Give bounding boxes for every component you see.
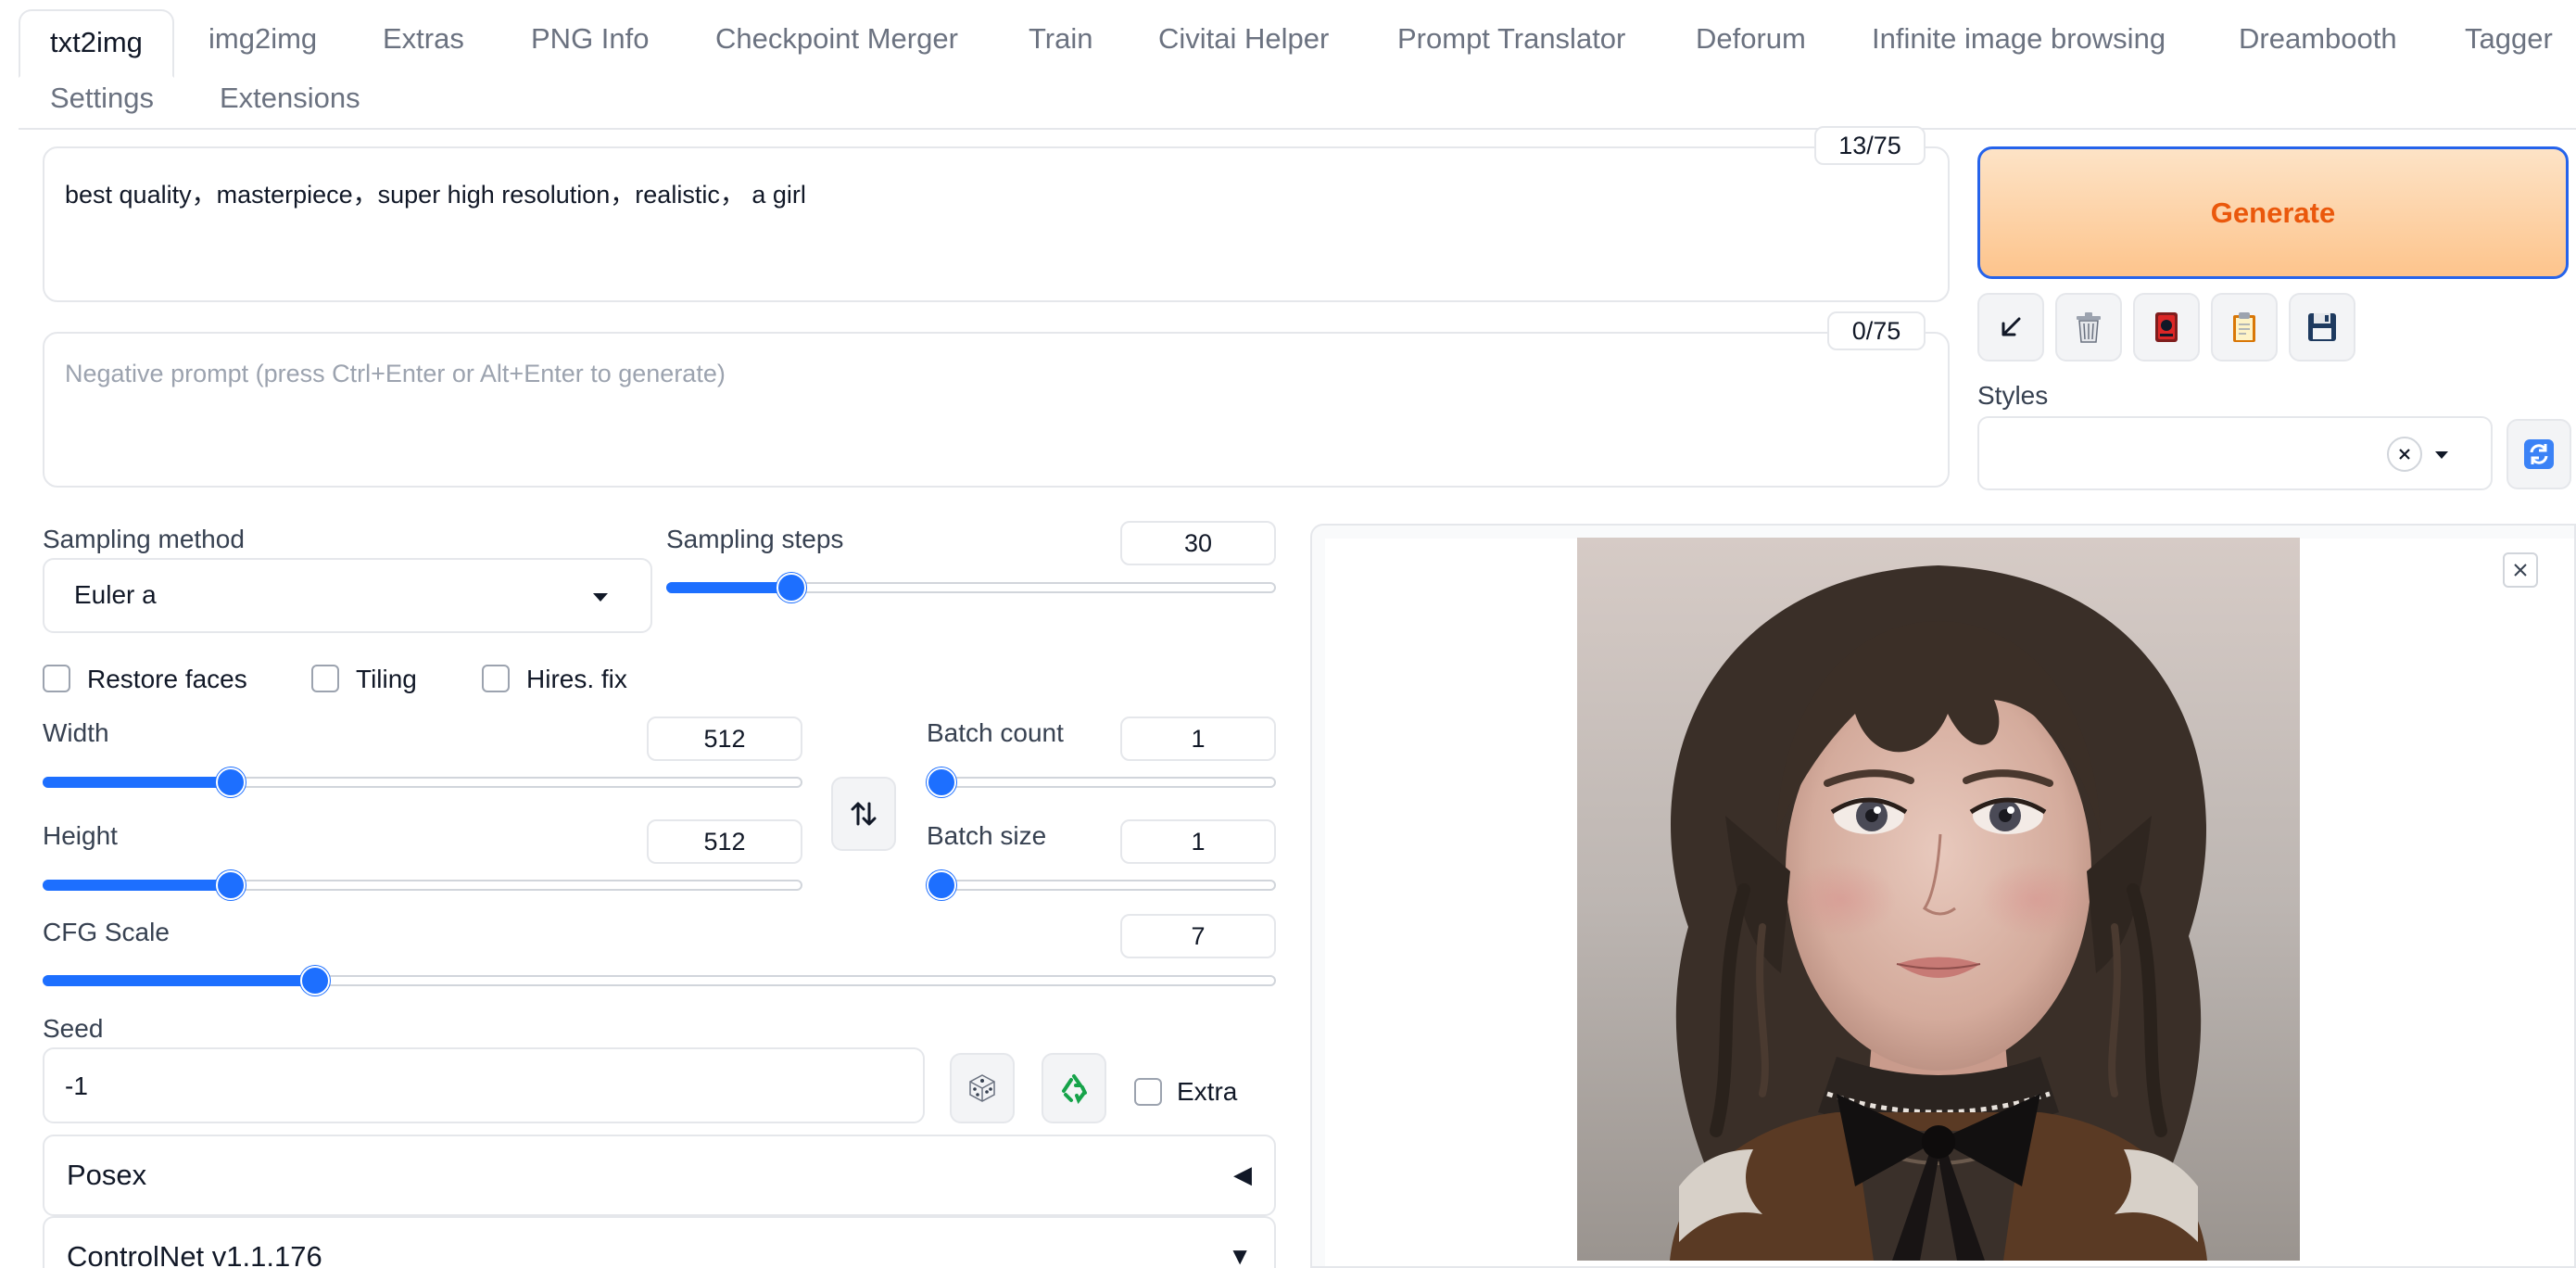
- swap-dimensions-button[interactable]: [831, 777, 896, 851]
- read-params-button[interactable]: [1977, 293, 2044, 361]
- caret-left-icon: ◀: [1233, 1160, 1252, 1188]
- tab-extensions[interactable]: Extensions: [220, 80, 360, 117]
- tab-bar: txt2img img2img Extras PNG Info Checkpoi…: [19, 0, 2576, 130]
- batch-size-label: Batch size: [927, 821, 1047, 850]
- seed-input[interactable]: -1: [43, 1047, 925, 1123]
- hires-fix-checkbox[interactable]: [482, 665, 510, 692]
- negative-prompt-placeholder: Negative prompt (press Ctrl+Enter or Alt…: [65, 360, 726, 387]
- sampling-steps-slider[interactable]: [666, 571, 1276, 604]
- sampling-method-value: Euler a: [74, 580, 157, 609]
- clear-styles-button[interactable]: [2387, 437, 2422, 472]
- reuse-seed-button[interactable]: [1042, 1053, 1106, 1123]
- close-image-button[interactable]: [2503, 552, 2538, 588]
- tab-civitai-helper[interactable]: Civitai Helper: [1158, 20, 1329, 57]
- slider-thumb[interactable]: [216, 870, 246, 900]
- sampling-method-dropdown[interactable]: Euler a: [43, 558, 652, 633]
- trash-icon: [2077, 312, 2101, 343]
- batch-count-input[interactable]: 1: [1120, 716, 1276, 761]
- random-seed-button[interactable]: [950, 1053, 1015, 1123]
- apply-style-button[interactable]: [2211, 293, 2278, 361]
- clipboard-icon: [2233, 312, 2255, 342]
- styles-dropdown[interactable]: [1977, 416, 2493, 490]
- sampling-method-label: Sampling method: [43, 525, 245, 553]
- extra-seed-label: Extra: [1177, 1077, 1238, 1106]
- tab-tagger[interactable]: Tagger: [2465, 20, 2553, 57]
- styles-label: Styles: [1977, 381, 2049, 410]
- negative-prompt-token-counter: 0/75: [1827, 311, 1926, 350]
- accordion-title: ControlNet v1.1.176: [67, 1240, 322, 1268]
- controlnet-accordion[interactable]: ControlNet v1.1.176 ▼: [43, 1216, 1276, 1268]
- tiling-label: Tiling: [356, 665, 417, 693]
- generate-button[interactable]: Generate: [1977, 146, 2569, 279]
- generate-label: Generate: [2210, 196, 2336, 229]
- cfg-scale-input[interactable]: 7: [1120, 914, 1276, 958]
- slider-fill: [666, 582, 791, 593]
- tab-checkpoint-merger[interactable]: Checkpoint Merger: [715, 20, 958, 57]
- slider-thumb[interactable]: [216, 767, 246, 797]
- extra-seed-checkbox[interactable]: [1134, 1078, 1162, 1106]
- save-style-button[interactable]: [2289, 293, 2355, 361]
- batch-size-input[interactable]: 1: [1120, 819, 1276, 864]
- batch-size-slider[interactable]: [927, 869, 1276, 902]
- tab-settings[interactable]: Settings: [50, 80, 154, 117]
- width-slider[interactable]: [43, 766, 802, 799]
- slider-fill: [43, 777, 231, 788]
- tab-train[interactable]: Train: [1029, 20, 1092, 57]
- tiling-checkbox[interactable]: [311, 665, 339, 692]
- tab-dreambooth[interactable]: Dreambooth: [2239, 20, 2397, 57]
- tab-png-info[interactable]: PNG Info: [531, 20, 650, 57]
- slider-thumb[interactable]: [927, 870, 956, 900]
- cfg-scale-slider[interactable]: [43, 964, 1276, 997]
- slider-thumb[interactable]: [300, 966, 330, 995]
- recycle-icon: [1062, 1074, 1087, 1104]
- tab-txt2img[interactable]: txt2img: [19, 9, 174, 78]
- caret-down-icon: ▼: [1228, 1242, 1252, 1268]
- width-label: Width: [43, 718, 109, 747]
- seed-value: -1: [65, 1071, 88, 1100]
- slider-fill: [43, 880, 231, 891]
- height-input[interactable]: 512: [647, 819, 802, 864]
- refresh-styles-button[interactable]: [2507, 419, 2571, 489]
- sampling-steps-label: Sampling steps: [666, 525, 844, 553]
- dice-icon: [969, 1074, 995, 1102]
- tab-deforum[interactable]: Deforum: [1696, 20, 1806, 57]
- close-icon: [2514, 564, 2527, 577]
- restore-faces-checkbox[interactable]: [43, 665, 70, 692]
- height-label: Height: [43, 821, 118, 850]
- clear-prompt-button[interactable]: [2055, 293, 2122, 361]
- tab-img2img[interactable]: img2img: [208, 20, 317, 57]
- width-input[interactable]: 512: [647, 716, 802, 761]
- tab-extras[interactable]: Extras: [383, 20, 464, 57]
- tab-infinite-image-browsing[interactable]: Infinite image browsing: [1872, 20, 2166, 57]
- save-icon: [2308, 313, 2336, 341]
- close-icon: [2399, 449, 2410, 460]
- prompt-text: best quality，masterpiece，super high reso…: [65, 181, 806, 209]
- accordion-title: Posex: [67, 1159, 147, 1191]
- slider-thumb[interactable]: [777, 573, 806, 602]
- restore-faces-label: Restore faces: [87, 665, 247, 693]
- show-extra-networks-button[interactable]: [2133, 293, 2200, 361]
- slider-thumb[interactable]: [927, 767, 956, 797]
- generated-image[interactable]: [1577, 538, 2300, 1261]
- negative-prompt-textarea[interactable]: Negative prompt (press Ctrl+Enter or Alt…: [43, 332, 1950, 488]
- batch-count-label: Batch count: [927, 718, 1064, 747]
- slider-fill: [43, 975, 315, 986]
- hires-fix-label: Hires. fix: [526, 665, 627, 693]
- sampling-steps-input[interactable]: 30: [1120, 521, 1276, 565]
- tab-prompt-translator[interactable]: Prompt Translator: [1397, 20, 1625, 57]
- arrow-down-left-icon: [2001, 317, 2021, 336]
- refresh-icon: [2524, 439, 2554, 469]
- seed-label: Seed: [43, 1014, 104, 1043]
- cfg-scale-label: CFG Scale: [43, 918, 170, 946]
- posex-accordion[interactable]: Posex ◀: [43, 1135, 1276, 1216]
- height-slider[interactable]: [43, 869, 802, 902]
- prompt-token-counter: 13/75: [1814, 126, 1926, 165]
- chevron-down-icon[interactable]: [2435, 451, 2448, 459]
- prompt-textarea[interactable]: best quality，masterpiece，super high reso…: [43, 146, 1950, 302]
- batch-count-slider[interactable]: [927, 766, 1276, 799]
- chevron-down-icon: [593, 593, 608, 602]
- swap-arrows-icon: [851, 802, 877, 826]
- red-card-icon: [2155, 312, 2178, 342]
